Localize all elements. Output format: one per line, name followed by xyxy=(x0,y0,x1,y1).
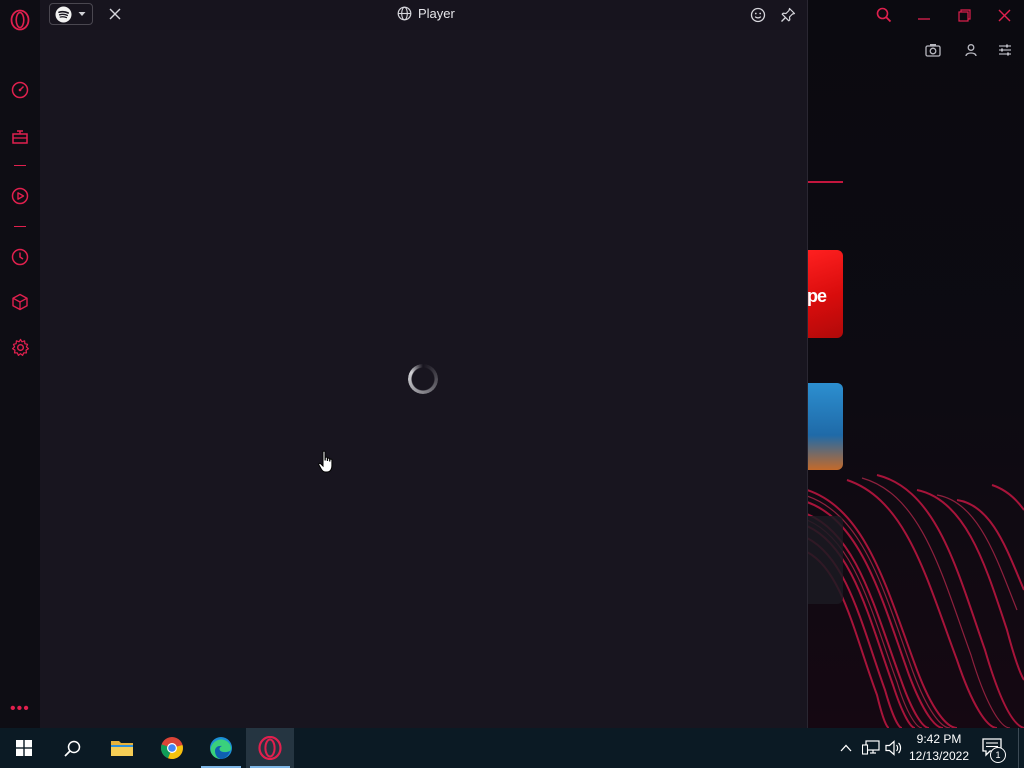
emoji-icon[interactable] xyxy=(748,5,768,25)
settings-icon[interactable] xyxy=(9,336,31,358)
chrome-icon[interactable] xyxy=(148,728,196,768)
opera-logo-icon[interactable] xyxy=(9,9,31,31)
edge-icon[interactable] xyxy=(197,728,245,768)
more-icon[interactable]: ••• xyxy=(10,700,30,718)
globe-icon xyxy=(397,6,412,21)
close-icon[interactable] xyxy=(106,5,124,23)
minimize-button[interactable] xyxy=(909,4,939,26)
taskbar: 9:42 PM 12/13/2022 1 xyxy=(0,728,1024,768)
hand-cursor-icon xyxy=(318,450,333,473)
notification-count-badge: 1 xyxy=(990,747,1006,763)
opera-sidebar: ••• xyxy=(0,0,41,728)
opera-icon[interactable] xyxy=(246,728,294,768)
chevron-down-icon xyxy=(78,12,86,16)
system-clock[interactable]: 9:42 PM 12/13/2022 xyxy=(904,731,974,765)
search-icon[interactable] xyxy=(869,4,899,26)
account-icon[interactable] xyxy=(960,40,982,60)
speed-dial-tile[interactable] xyxy=(807,383,843,470)
player-header: Player xyxy=(40,0,807,30)
browser-window-background: pe xyxy=(807,0,1024,728)
speed-dial-tile-youtube[interactable]: pe xyxy=(807,250,843,338)
notification-center-icon[interactable]: 1 xyxy=(980,736,1006,763)
extensions-icon[interactable] xyxy=(9,291,31,313)
show-desktop-button[interactable] xyxy=(1018,728,1024,768)
close-window-button[interactable] xyxy=(989,4,1019,26)
tile-label: pe xyxy=(807,286,827,306)
pin-icon[interactable] xyxy=(778,5,798,25)
network-icon[interactable] xyxy=(861,738,881,758)
restore-button[interactable] xyxy=(949,4,979,26)
file-explorer-icon[interactable] xyxy=(98,728,146,768)
speed-dial-tile[interactable] xyxy=(807,516,843,604)
search-icon[interactable] xyxy=(48,728,96,768)
player-title-area: Player xyxy=(397,6,455,21)
gift-icon[interactable] xyxy=(9,125,31,147)
sidebar-separator xyxy=(14,165,26,166)
player-panel: Player xyxy=(40,0,808,728)
sidebar-separator xyxy=(14,226,26,227)
music-service-dropdown[interactable] xyxy=(49,3,93,25)
speed-dial-icon[interactable] xyxy=(9,79,31,101)
player-icon[interactable] xyxy=(9,185,31,207)
history-icon[interactable] xyxy=(9,246,31,268)
volume-icon[interactable] xyxy=(884,738,904,758)
snapshot-icon[interactable] xyxy=(922,40,944,60)
spotify-icon xyxy=(55,6,72,22)
clock-time: 9:42 PM xyxy=(916,732,962,746)
windows-start-icon[interactable] xyxy=(0,728,48,768)
easy-setup-icon[interactable] xyxy=(994,40,1016,60)
active-tab-indicator xyxy=(807,181,843,183)
chevron-up-icon[interactable] xyxy=(836,738,856,758)
clock-date: 12/13/2022 xyxy=(908,749,970,763)
page-title: Player xyxy=(418,6,455,21)
loading-spinner xyxy=(408,364,438,394)
